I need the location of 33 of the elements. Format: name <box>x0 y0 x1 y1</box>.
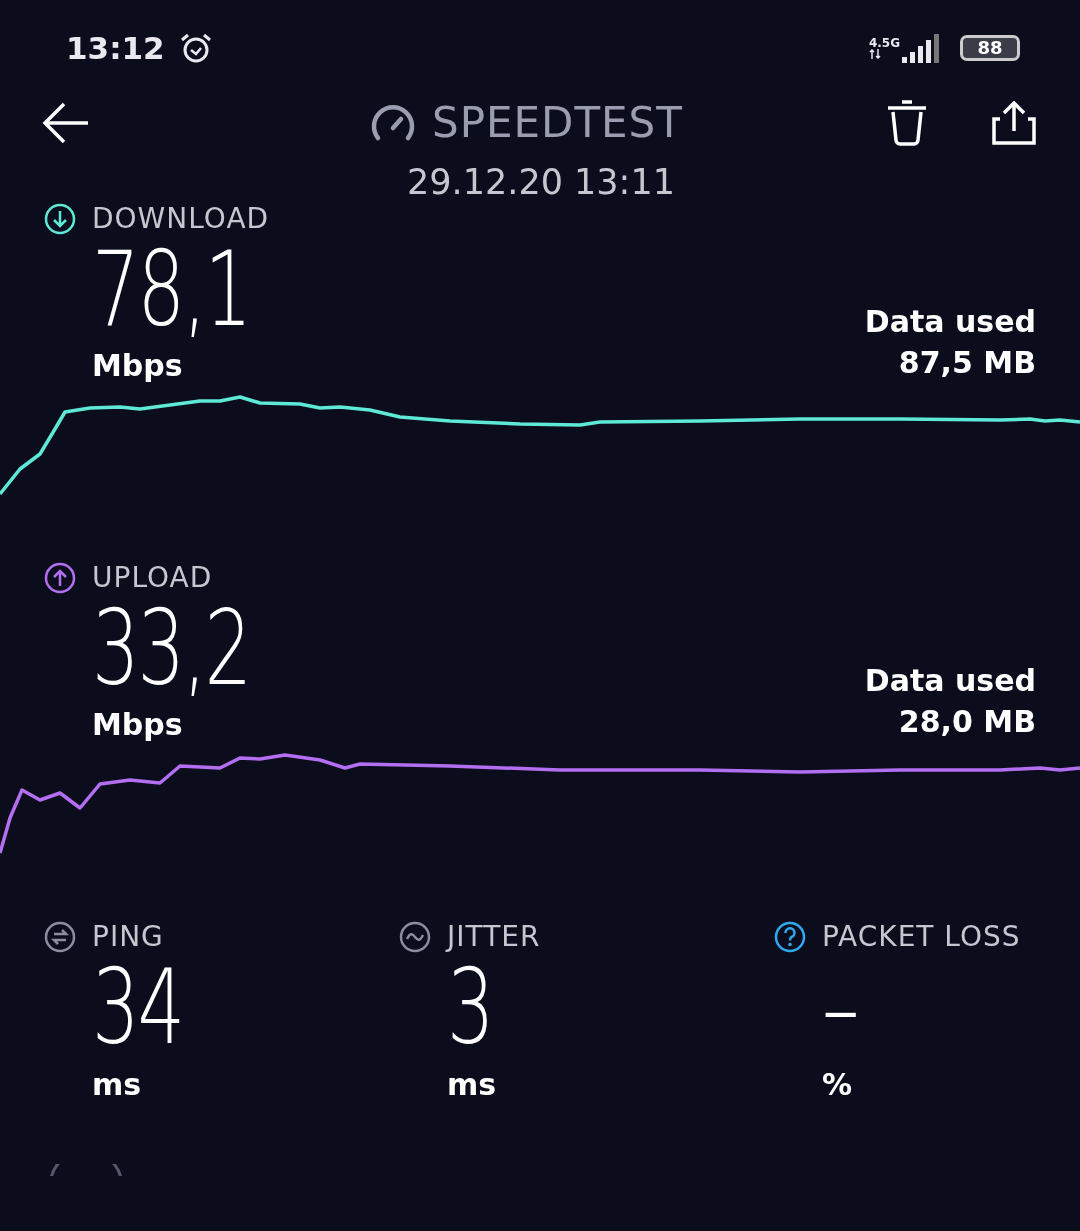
network-type: 4.5G <box>868 36 900 49</box>
battery-level: 88 <box>977 38 1003 57</box>
speed-unit: Mbps <box>92 348 184 384</box>
help-icon[interactable] <box>774 920 806 953</box>
metric-unit: ms <box>92 1066 143 1102</box>
metric-label: PING <box>92 920 164 954</box>
speed-unit: Mbps <box>92 707 184 743</box>
metric-unit: % <box>822 1066 854 1102</box>
metric-value: – <box>822 953 859 1063</box>
metric-unit: ms <box>447 1066 498 1102</box>
metric-value: 3 <box>447 953 493 1063</box>
speed-value: 33,2 <box>92 594 251 704</box>
wave-icon <box>399 920 431 953</box>
metric-label: JITTER <box>447 920 541 954</box>
metric-label: PACKET LOSS <box>822 920 1021 954</box>
share-icon[interactable] <box>992 100 1036 145</box>
metric-value: 34 <box>92 953 184 1063</box>
test-date: 29.12.20 13:11 <box>406 162 676 202</box>
ping-icon <box>44 920 76 953</box>
data-used-value: 87,5 MB <box>898 343 1036 382</box>
back-arrow-icon[interactable] <box>42 100 90 145</box>
data-arrows-icon <box>868 48 881 59</box>
data-used-label: Data used <box>864 662 1036 701</box>
signal-icon <box>902 32 942 63</box>
test-label: UPLOAD <box>92 561 213 595</box>
gauge-icon <box>370 103 416 142</box>
trash-icon[interactable] <box>886 99 928 146</box>
data-used-value: 28,0 MB <box>898 702 1036 741</box>
speed-value: 78,1 <box>92 235 251 345</box>
clock-time: 13:12 <box>66 29 165 66</box>
data-used-label: Data used <box>864 303 1036 342</box>
app-title: SPEEDTEST <box>432 98 683 147</box>
test-label: DOWNLOAD <box>92 202 270 235</box>
